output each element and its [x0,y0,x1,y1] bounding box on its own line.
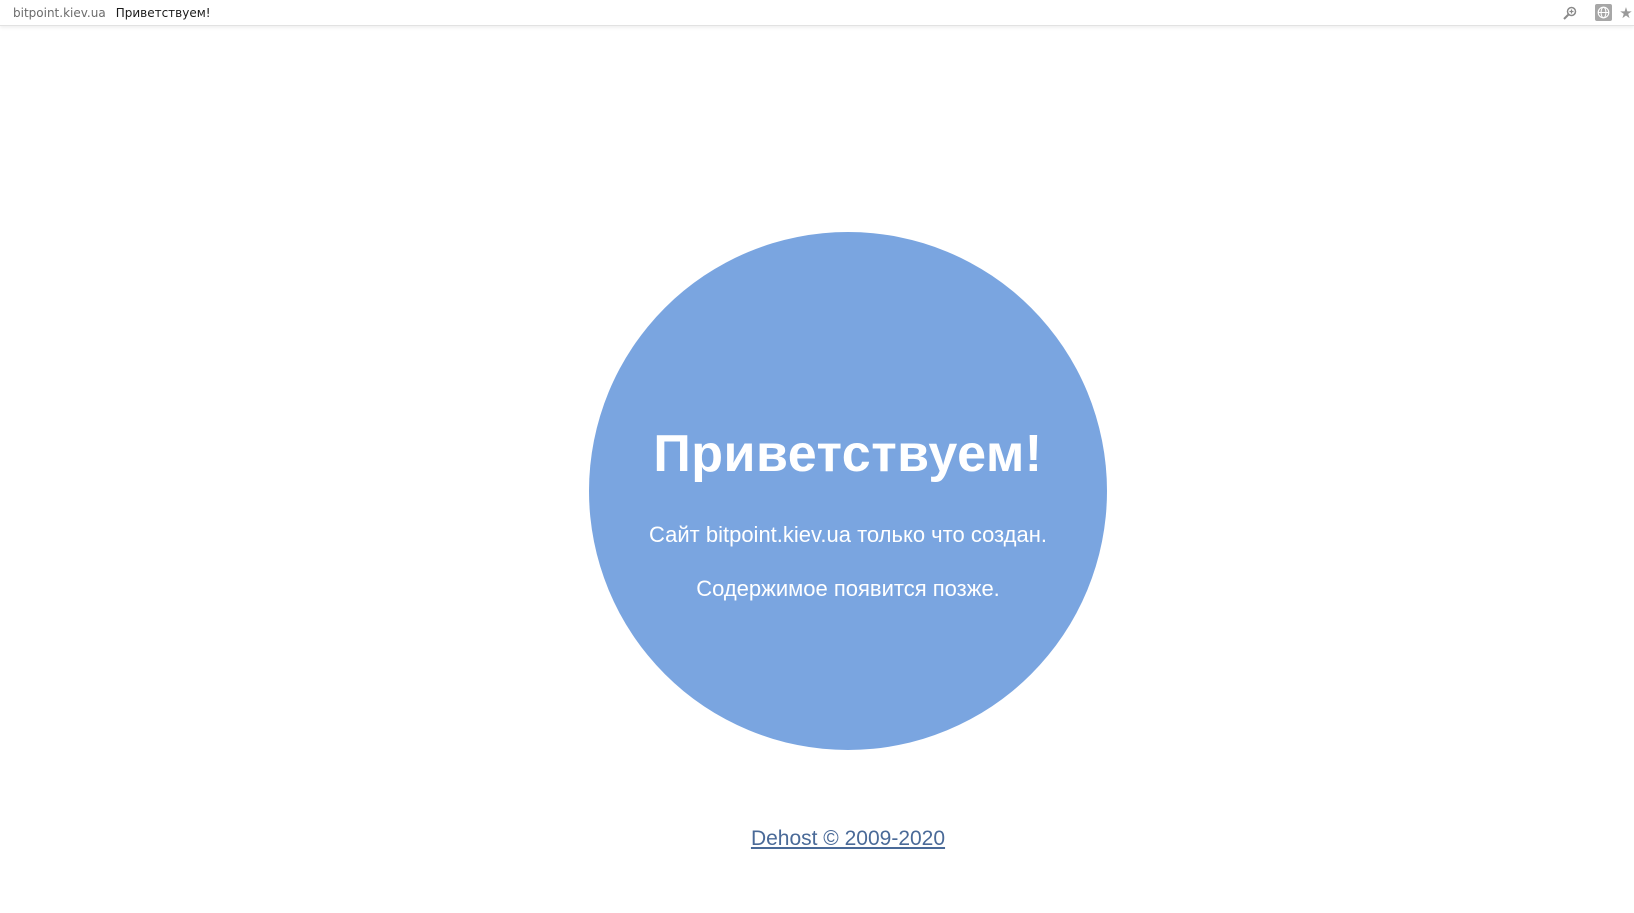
star-icon[interactable]: ★ [1618,4,1634,22]
footer: Dehost © 2009-2020 [0,826,1634,852]
dehost-link[interactable]: Dehost © 2009-2020 [751,827,945,850]
page-title-in-address-bar[interactable]: Приветствуем! [116,6,211,20]
site-created-text: Сайт bitpoint.kiev.ua только что создан. [649,522,1047,547]
globe-icon[interactable] [1595,4,1612,21]
welcome-circle: Приветствуем! Сайт bitpoint.kiev.ua толь… [589,232,1107,750]
zoom-icon[interactable] [1561,4,1579,22]
url-domain[interactable]: bitpoint.kiev.ua [13,6,106,20]
address-bar[interactable]: bitpoint.kiev.ua Приветствуем! ★ [0,0,1634,26]
address-bar-icons: ★ [1561,0,1634,25]
content-later-text: Содержимое появится позже. [696,576,1000,601]
welcome-heading: Приветствуем! [653,425,1043,483]
